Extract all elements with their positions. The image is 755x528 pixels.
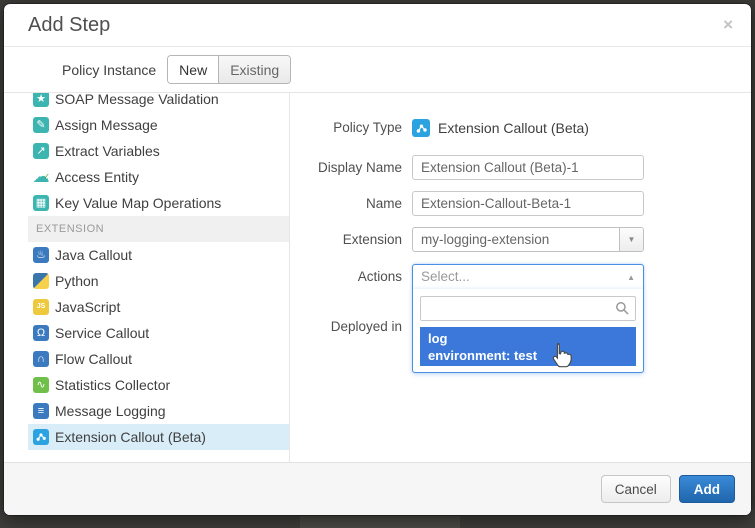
- extension-select[interactable]: my-logging-extension ▼: [412, 227, 644, 252]
- policy-item-label: Message Logging: [55, 403, 166, 419]
- policy-type-value: Extension Callout (Beta): [438, 120, 589, 136]
- key-value-map-operations-icon: ▦: [33, 195, 49, 211]
- policy-instance-row: Policy Instance New Existing: [4, 47, 751, 92]
- access-entity-icon: ☁✓: [33, 169, 49, 185]
- policy-instance-label: Policy Instance: [62, 62, 156, 78]
- modal-content: ★ SOAP Message Validation ✎ Assign Message ↗…: [4, 92, 751, 462]
- soap-message-validation-icon: ★: [33, 93, 49, 107]
- policy-item-flow-callout[interactable]: ∩ Flow Callout: [28, 346, 289, 372]
- policy-item-message-logging[interactable]: ≡ Message Logging: [28, 398, 289, 424]
- actions-option-log[interactable]: log environment: test: [420, 327, 636, 366]
- page-behind-modal: [300, 516, 460, 528]
- policy-item-python-script[interactable]: Python: [28, 268, 289, 294]
- policy-item-label: Service Callout: [55, 325, 149, 341]
- message-logging-icon: ≡: [33, 403, 49, 419]
- policy-type-label: Policy Type: [290, 115, 402, 141]
- add-step-modal: Add Step × Policy Instance New Existing …: [4, 4, 751, 515]
- actions-dropdown-panel: log environment: test: [412, 289, 644, 373]
- policy-item-label: SOAP Message Validation: [55, 93, 219, 107]
- display-name-row: Display Name: [290, 155, 751, 181]
- name-label: Name: [290, 191, 402, 217]
- policy-form: Policy Type Extension Callout (Beta) Dis…: [290, 93, 751, 462]
- close-icon[interactable]: ×: [723, 15, 733, 35]
- policy-list: ★ SOAP Message Validation ✎ Assign Message ↗…: [28, 93, 289, 450]
- java-callout-icon: ♨: [33, 247, 49, 263]
- javascript-icon: JS: [33, 299, 49, 315]
- name-row: Name: [290, 191, 751, 217]
- actions-search-input[interactable]: [420, 296, 636, 321]
- extension-label: Extension: [290, 227, 402, 253]
- actions-select[interactable]: Select... ▲: [412, 264, 644, 290]
- policy-item-label: Extension Callout (Beta): [55, 429, 206, 445]
- modal-header: Add Step ×: [4, 4, 751, 47]
- policy-item-extract-variables[interactable]: ↗ Extract Variables: [28, 138, 289, 164]
- extension-section-header: EXTENSION: [28, 216, 289, 242]
- policy-item-access-entity[interactable]: ☁✓ Access Entity: [28, 164, 289, 190]
- extension-select-value: my-logging-extension: [421, 232, 549, 247]
- policy-item-label: Statistics Collector: [55, 377, 170, 393]
- policy-item-label: Python: [55, 273, 99, 289]
- policy-item-assign-message[interactable]: ✎ Assign Message: [28, 112, 289, 138]
- modal-title: Add Step: [28, 14, 110, 37]
- add-button[interactable]: Add: [679, 475, 735, 503]
- policy-item-service-callout[interactable]: Ω Service Callout: [28, 320, 289, 346]
- actions-option-name: log: [428, 330, 628, 347]
- policy-item-statistics-collector[interactable]: ∿ Statistics Collector: [28, 372, 289, 398]
- actions-option-detail: environment: test: [428, 347, 628, 364]
- policy-item-label: Flow Callout: [55, 351, 132, 367]
- chevron-up-icon[interactable]: ▲: [627, 265, 635, 290]
- policy-instance-toggle: New Existing: [167, 55, 291, 84]
- policy-item-javascript[interactable]: JS JavaScript: [28, 294, 289, 320]
- flow-callout-icon: ∩: [33, 351, 49, 367]
- extension-callout-icon: [412, 119, 430, 137]
- extension-row: Extension my-logging-extension ▼: [290, 227, 751, 253]
- assign-message-icon: ✎: [33, 117, 49, 133]
- search-icon: [615, 301, 630, 321]
- statistics-collector-icon: ∿: [33, 377, 49, 393]
- display-name-input[interactable]: [412, 155, 644, 180]
- policy-item-extension-callout[interactable]: Extension Callout (Beta): [28, 424, 289, 450]
- name-input[interactable]: [412, 191, 644, 216]
- policy-item-java-callout[interactable]: ♨ Java Callout: [28, 242, 289, 268]
- actions-select-placeholder: Select...: [421, 269, 470, 284]
- service-callout-icon: Ω: [33, 325, 49, 341]
- actions-row: Actions Select... ▲: [290, 264, 751, 290]
- policy-item-label: Java Callout: [55, 247, 132, 263]
- toggle-new[interactable]: New: [168, 56, 219, 83]
- python-script-icon: [33, 273, 49, 289]
- policy-item-label: Assign Message: [55, 117, 158, 133]
- toggle-existing[interactable]: Existing: [219, 56, 290, 83]
- chevron-down-icon[interactable]: ▼: [619, 228, 643, 251]
- policy-item-soap-message-validation[interactable]: ★ SOAP Message Validation: [28, 93, 289, 112]
- policy-list-panel: ★ SOAP Message Validation ✎ Assign Message ↗…: [28, 93, 290, 462]
- policy-item-key-value-map-operations[interactable]: ▦ Key Value Map Operations: [28, 190, 289, 216]
- policy-item-label: JavaScript: [55, 299, 120, 315]
- actions-label: Actions: [290, 264, 402, 290]
- modal-footer: Cancel Add: [4, 462, 751, 515]
- policy-item-label: Access Entity: [55, 169, 139, 185]
- policy-type-row: Policy Type Extension Callout (Beta): [290, 115, 751, 141]
- policy-item-label: Key Value Map Operations: [55, 195, 221, 211]
- extract-variables-icon: ↗: [33, 143, 49, 159]
- display-name-label: Display Name: [290, 155, 402, 181]
- extension-callout-icon: [33, 429, 49, 445]
- cancel-button[interactable]: Cancel: [601, 475, 671, 503]
- deployed-in-label: Deployed in: [290, 314, 402, 340]
- policy-item-label: Extract Variables: [55, 143, 160, 159]
